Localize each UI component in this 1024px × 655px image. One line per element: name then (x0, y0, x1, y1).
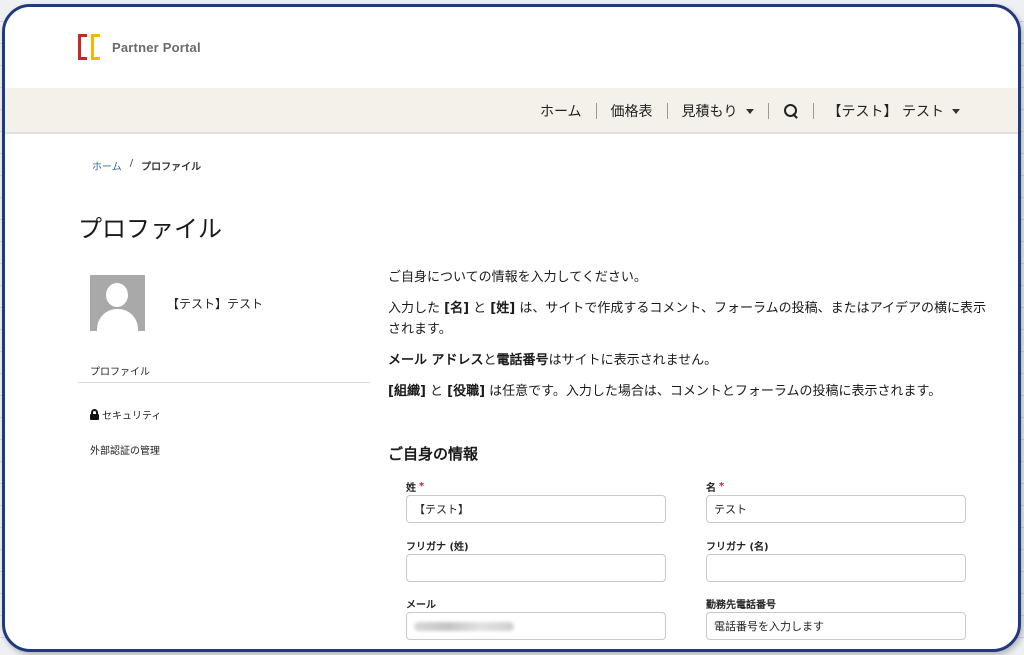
nav-item-label: ホーム (539, 104, 582, 120)
nav-item-label: 価格表 (610, 104, 653, 120)
search-button[interactable] (769, 103, 813, 119)
work-phone-input[interactable]: 電話番号を入力します (706, 612, 966, 640)
last-name-group: 姓 * 【テスト】 (406, 479, 666, 523)
nav-item-label: 見積もり (681, 104, 738, 120)
intro-line-4: [組織] と [役職] は任意です。入力した場合は、コメントとフォーラムの投稿に… (388, 384, 942, 399)
intro-line-1: ご自身についての情報を入力してください。 (388, 270, 647, 285)
required-mark: * (419, 480, 425, 492)
intro-line-3: メール アドレスと電話番号はサイトに表示されません。 (388, 353, 718, 368)
lock-icon (90, 408, 99, 420)
furigana-first-label: フリガナ (名) (706, 541, 769, 553)
page-title: プロファイル (78, 215, 222, 243)
chevron-down-icon (745, 108, 754, 114)
email-field[interactable] (406, 612, 666, 640)
furigana-last-input[interactable] (406, 554, 666, 582)
furigana-last-label: フリガナ (姓) (406, 541, 469, 553)
user-menu-label: 【テスト】 テスト (827, 104, 944, 120)
nav-item-quotes[interactable]: 見積もり (668, 103, 768, 120)
user-menu[interactable]: 【テスト】 テスト (814, 103, 974, 120)
profile-intro: ご自身についての情報を入力してください。 入力した [名] と [姓] は、サイ… (388, 267, 988, 412)
side-menu-external-auth[interactable]: 外部認証の管理 (78, 442, 370, 457)
side-menu-label: セキュリティ (102, 410, 162, 422)
avatar[interactable] (90, 275, 145, 331)
side-menu-profile[interactable]: プロファイル (78, 359, 370, 383)
main-nav: ホーム 価格表 見積もり 【テスト】 テスト (526, 88, 974, 134)
section-title: ご自身の情報 (388, 445, 479, 463)
breadcrumb: ホーム / プロファイル (92, 158, 201, 173)
furigana-first-group: フリガナ (名) (706, 538, 966, 582)
side-menu-security[interactable]: セキュリティ (78, 407, 370, 422)
work-phone-group: 勤務先電話番号 電話番号を入力します (706, 596, 966, 640)
nav-item-price-list[interactable]: 価格表 (597, 103, 667, 120)
browser-frame: Partner Portal ホーム 価格表 見積もり 【テスト】 テスト ホー… (2, 4, 1021, 652)
intro-line-2: 入力した [名] と [姓] は、サイトで作成するコメント、フォーラムの投稿、ま… (388, 301, 987, 337)
furigana-last-group: フリガナ (姓) (406, 538, 666, 582)
side-menu-label: プロファイル (90, 367, 150, 378)
logo-icon (78, 34, 104, 60)
site-header: Partner Portal (5, 7, 1018, 88)
logo-text: Partner Portal (112, 39, 201, 55)
work-phone-label: 勤務先電話番号 (706, 599, 776, 611)
required-mark: * (719, 480, 725, 492)
email-group: メール (406, 596, 666, 640)
breadcrumb-current: プロファイル (141, 162, 202, 173)
email-label: メール (406, 599, 436, 611)
furigana-first-input[interactable] (706, 554, 966, 582)
side-menu-label: 外部認証の管理 (90, 445, 160, 457)
search-icon (783, 103, 799, 119)
navigation-bar: ホーム 価格表 見積もり 【テスト】 テスト (5, 88, 1018, 134)
last-name-label: 姓 * (406, 480, 425, 494)
first-name-group: 名 * テスト (706, 479, 966, 523)
first-name-input[interactable]: テスト (706, 495, 966, 523)
profile-side-menu: プロファイル セキュリティ 外部認証の管理 (78, 359, 370, 457)
profile-card: 【テスト】テスト (90, 275, 263, 331)
last-name-input[interactable]: 【テスト】 (406, 495, 666, 523)
profile-name: 【テスト】テスト (167, 296, 264, 311)
site-logo[interactable]: Partner Portal (78, 34, 201, 60)
redacted-email-value (414, 621, 514, 631)
breadcrumb-home-link[interactable]: ホーム (92, 158, 122, 173)
first-name-label: 名 * (706, 480, 725, 494)
breadcrumb-separator: / (129, 158, 134, 169)
chevron-down-icon (952, 108, 960, 114)
nav-item-home[interactable]: ホーム (526, 103, 596, 120)
